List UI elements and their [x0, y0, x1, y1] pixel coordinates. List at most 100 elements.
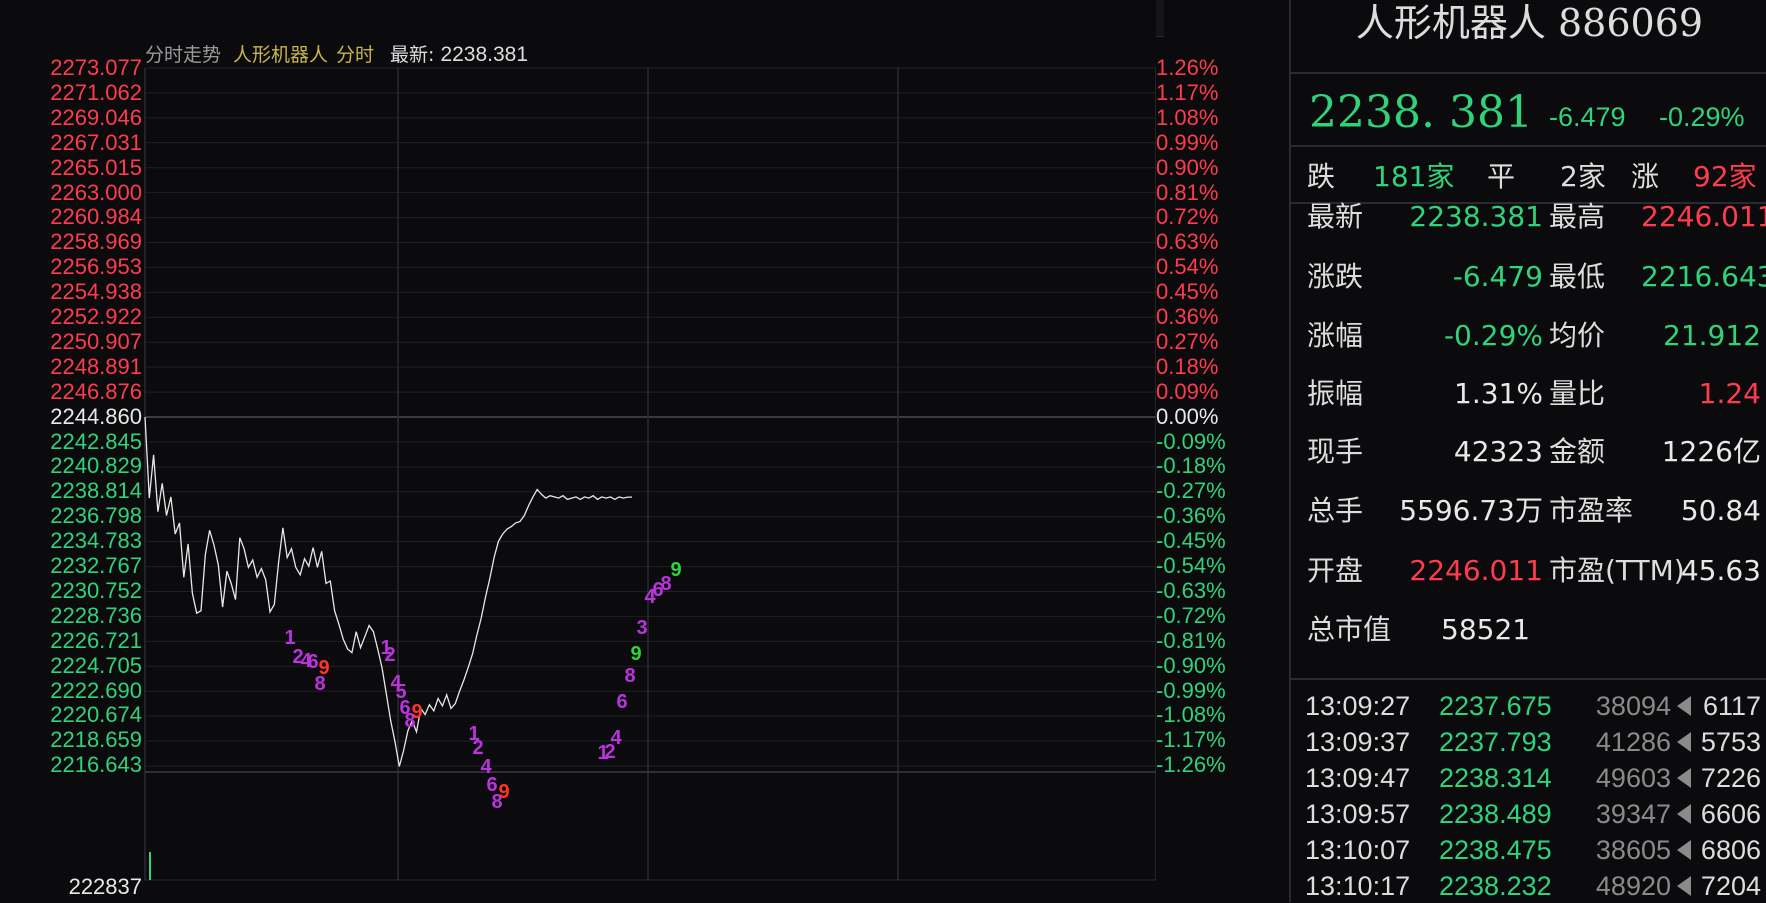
tick-price: 2237.793 — [1439, 727, 1552, 757]
tick-price: 2238.314 — [1439, 763, 1552, 793]
field-value: 21.912 — [1663, 319, 1761, 352]
signal-marker: 9 — [318, 657, 329, 679]
price-axis-label: 2242.845 — [50, 428, 142, 454]
breadth-flat-count: 2家 — [1560, 160, 1606, 193]
field-value: -6.479 — [1452, 260, 1543, 293]
signal-marker: 9 — [498, 781, 509, 803]
percent-axis-label: -0.99% — [1156, 677, 1226, 703]
field-value: 2238.381 — [1409, 200, 1543, 233]
panel-change: -6.479 — [1549, 102, 1626, 132]
breadth-flat-label: 平 — [1487, 160, 1516, 193]
percent-axis-label: -1.08% — [1156, 702, 1226, 728]
field-value: -0.29% — [1443, 319, 1543, 352]
price-axis-label: 2222.690 — [50, 677, 142, 703]
percent-axis-label: -1.26% — [1156, 752, 1226, 778]
field-value: 2216.643 — [1641, 260, 1766, 293]
arrow-left-icon — [1677, 804, 1691, 824]
tick-price: 2237.675 — [1439, 691, 1552, 721]
price-axis-label: 2232.767 — [50, 553, 142, 578]
field-value: 5596.73万 — [1399, 494, 1543, 527]
field-value: 50.84 — [1680, 494, 1761, 527]
tick-volume: 39347 — [1595, 799, 1671, 829]
price-axis-label: 2256.953 — [50, 254, 142, 280]
tick-time: 13:09:47 — [1305, 763, 1411, 793]
price-axis-label: 2269.046 — [50, 104, 142, 130]
price-axis-label: 2216.643 — [50, 752, 142, 778]
field-value: 1.31% — [1454, 377, 1543, 410]
price-axis-label: 2265.015 — [50, 154, 142, 180]
chart-header: 分时走势 人形机器人 分时 最新: 2238.381 — [145, 40, 528, 70]
signal-marker: 6 — [307, 651, 318, 673]
field-value: 1226亿 — [1661, 435, 1761, 468]
percent-axis-label: 0.54% — [1156, 254, 1219, 280]
chart-sub-label: 分时 — [336, 44, 375, 66]
percent-axis-label: -0.09% — [1156, 428, 1226, 454]
tick-time: 13:09:27 — [1305, 691, 1411, 721]
percent-axis-label: 0.63% — [1156, 229, 1219, 255]
arrow-left-icon — [1677, 768, 1691, 788]
price-axis-label: 2236.798 — [50, 503, 142, 529]
divider — [1291, 678, 1766, 680]
tick-amount: 6806 — [1700, 835, 1761, 865]
tick-amount: 6117 — [1702, 691, 1761, 721]
price-axis-label: 2254.938 — [50, 279, 142, 305]
percent-axis-label: 0.81% — [1156, 179, 1219, 205]
percent-axis-label: 0.99% — [1156, 129, 1219, 155]
signal-marker: 8 — [624, 665, 635, 687]
tick-price: 2238.232 — [1439, 871, 1552, 901]
price-axis-label: 2246.876 — [50, 378, 142, 404]
latest-value: 2238.381 — [440, 43, 529, 66]
field-value: 58521 — [1441, 613, 1531, 646]
tick-time: 13:09:37 — [1305, 727, 1411, 757]
price-axis-label: 2263.000 — [50, 179, 142, 205]
arrow-left-icon — [1677, 876, 1691, 896]
field-label: 总市值 — [1307, 613, 1392, 646]
percent-axis-label: -0.45% — [1156, 528, 1226, 554]
percent-axis-label: 0.36% — [1156, 304, 1219, 329]
percent-axis-label: -0.90% — [1156, 652, 1226, 678]
percent-axis-label: 1.08% — [1156, 104, 1219, 130]
arrow-left-icon — [1677, 732, 1691, 752]
tick-time: 13:10:07 — [1305, 835, 1411, 865]
divider — [1291, 145, 1766, 147]
signal-marker: 3 — [636, 617, 647, 639]
arrow-left-icon — [1677, 840, 1691, 860]
price-axis-label: 2250.907 — [50, 328, 142, 354]
tick-volume: 41286 — [1595, 727, 1671, 757]
panel-change-pct: -0.29% — [1659, 102, 1745, 132]
percent-axis-label: 0.45% — [1156, 279, 1219, 305]
price-axis-label: 2267.031 — [50, 129, 142, 155]
tick-volume: 38094 — [1595, 691, 1671, 721]
signal-marker: 9 — [630, 643, 641, 665]
chart-stock-name: 人形机器人 — [233, 44, 329, 66]
tick-price: 2238.475 — [1439, 835, 1552, 865]
price-axis-label: 2244.860 — [50, 403, 142, 429]
percent-axis-label: 0.27% — [1156, 328, 1219, 354]
signal-marker: 9 — [670, 559, 681, 581]
price-axis-label: 2258.969 — [50, 229, 142, 255]
percent-axis-label: -0.18% — [1156, 453, 1226, 479]
signal-marker: 2 — [384, 644, 395, 666]
price-axis-label: 2230.752 — [50, 577, 142, 603]
field-value: 2246.011 — [1641, 200, 1766, 233]
percent-axis-label: -0.81% — [1156, 627, 1226, 653]
price-axis-label: 2224.705 — [50, 652, 142, 678]
percent-axis-label: -0.36% — [1156, 503, 1226, 529]
price-axis-label: 2240.829 — [50, 453, 142, 479]
tick-amount: 5753 — [1700, 727, 1761, 757]
percent-axis-label: 1.17% — [1156, 79, 1219, 105]
percent-axis-label: 0.09% — [1156, 378, 1219, 404]
tick-price: 2238.489 — [1439, 799, 1552, 829]
percent-axis-label: 0.90% — [1156, 154, 1219, 180]
field-value: 2246.011 — [1409, 554, 1543, 587]
tick-time: 13:10:17 — [1305, 871, 1411, 901]
tick-volume: 38605 — [1595, 835, 1671, 865]
intraday-chart[interactable]: 124689124568912468912468934689 — [0, 0, 1156, 902]
percent-axis-label: 1.26% — [1156, 55, 1219, 80]
chart-mode-label: 分时走势 — [145, 44, 222, 66]
field-value: 42323 — [1453, 435, 1543, 468]
percent-axis-label: -0.72% — [1156, 602, 1226, 628]
price-axis-label: 2226.721 — [50, 627, 142, 653]
price-axis-label: 2234.783 — [50, 528, 142, 554]
percent-axis-label: -0.27% — [1156, 478, 1226, 504]
